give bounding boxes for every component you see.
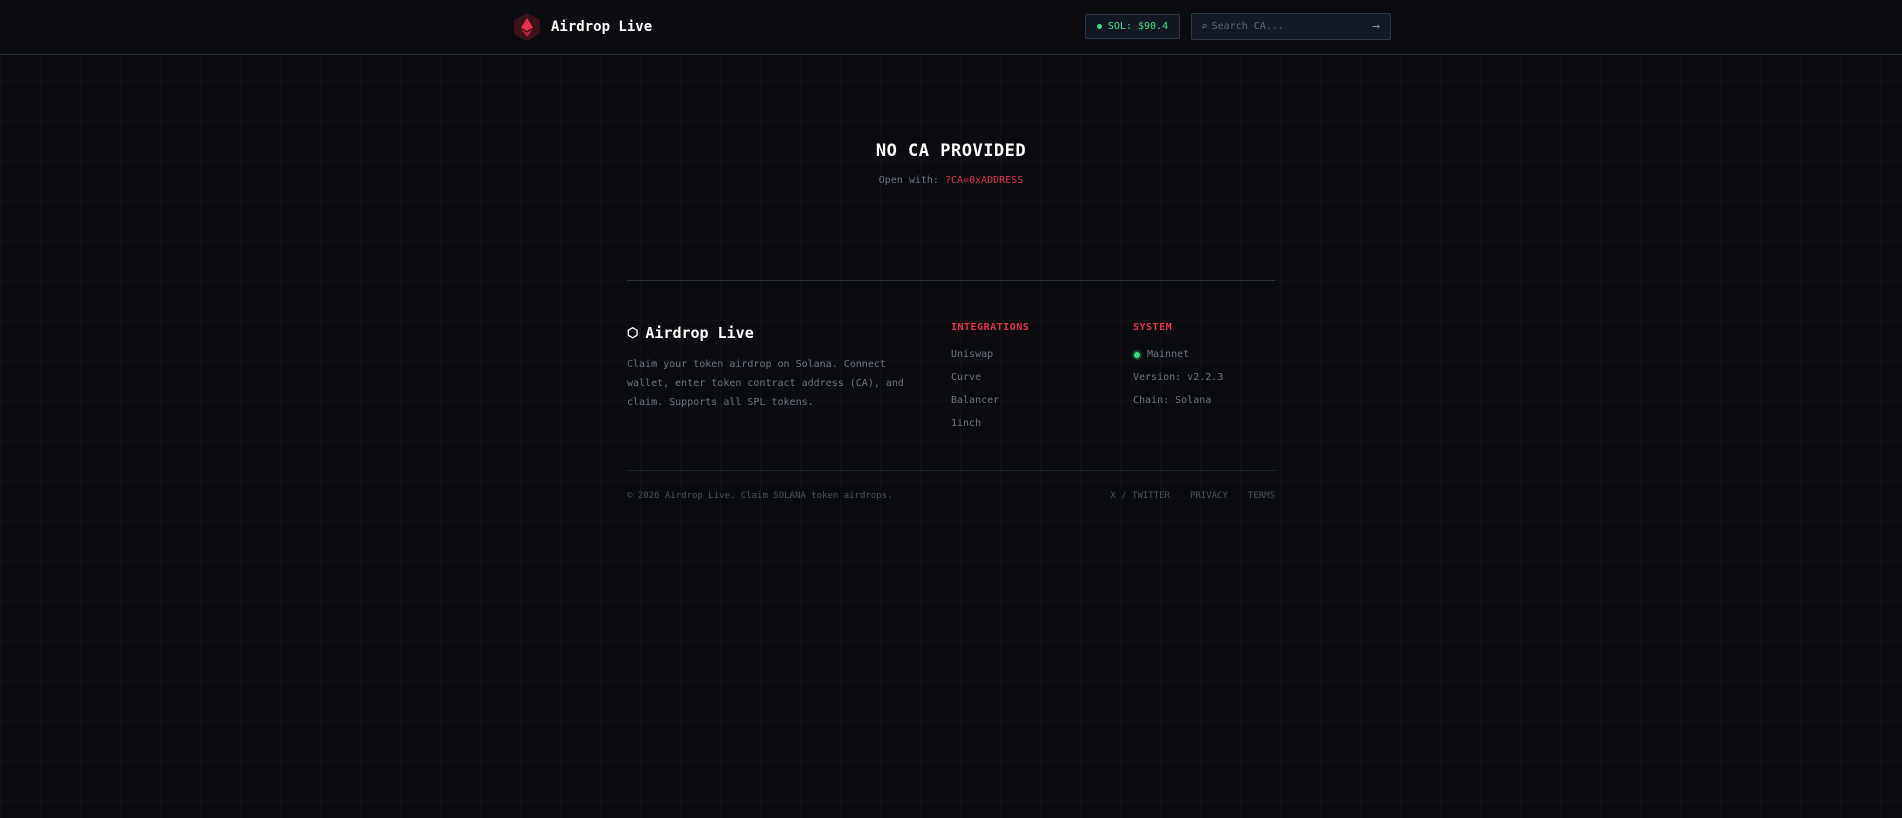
version-text: Version: v2.2.3 [1133, 372, 1224, 383]
hexagon-icon: ⬡ [627, 325, 639, 341]
integration-link-curve[interactable]: Curve [951, 366, 1029, 389]
network-status: Mainnet [1133, 343, 1223, 366]
footer-brand-name: Airdrop Live [645, 324, 754, 342]
arrow-right-icon[interactable]: → [1372, 19, 1380, 34]
network-status-label: Mainnet [1147, 349, 1190, 360]
integration-link-1inch[interactable]: 1inch [951, 412, 1029, 435]
brand-link[interactable]: Airdrop Live [513, 12, 652, 42]
usage-hint-code: ?CA=0xADDRESS [944, 175, 1024, 186]
footer-links: X / TWITTER PRIVACY TERMS [1110, 491, 1275, 501]
status-online-icon [1134, 351, 1140, 358]
page-title: NO CA PROVIDED [875, 141, 1027, 161]
brand-name: Airdrop Live [551, 19, 653, 35]
sol-price-badge: SOL: $90.4 [1085, 14, 1180, 39]
copyright-text: © 2026 Airdrop Live. Claim SOLANA token … [627, 491, 893, 501]
live-dot-icon [1096, 24, 1102, 29]
ethereum-hex-logo-icon [513, 12, 541, 42]
search-icon: ⌕ [1201, 20, 1208, 33]
footer-divider [627, 280, 1275, 281]
integration-link-balancer[interactable]: Balancer [951, 389, 1029, 412]
usage-hint-prefix: Open with: [878, 175, 939, 186]
integrations-heading: INTEGRATIONS [951, 322, 1030, 333]
twitter-link[interactable]: X / TWITTER [1110, 491, 1170, 501]
system-heading: SYSTEM [1133, 322, 1173, 333]
search-input[interactable] [1211, 21, 1373, 32]
search-box: ⌕ → [1191, 13, 1391, 40]
footer-bottom-divider [627, 470, 1275, 471]
usage-hint: Open with: ?CA=0xADDRESS [0, 175, 1902, 186]
terms-link[interactable]: TERMS [1248, 491, 1275, 501]
footer-description: Claim your token airdrop on Solana. Conn… [627, 359, 904, 408]
chain-text: Chain: Solana [1133, 395, 1212, 406]
sol-price-text: SOL: $90.4 [1107, 21, 1169, 32]
system-column: SYSTEM Mainnet Version: v2.2.3 Chain: So… [1133, 322, 1223, 412]
integrations-column: INTEGRATIONS Uniswap Curve Balancer 1inc… [951, 322, 1029, 435]
top-header: Airdrop Live SOL: $90.4 ⌕ → [0, 0, 1902, 55]
integration-link-uniswap[interactable]: Uniswap [951, 343, 1029, 366]
privacy-link[interactable]: PRIVACY [1190, 491, 1228, 501]
footer-brand: ⬡ Airdrop Live [627, 324, 754, 342]
